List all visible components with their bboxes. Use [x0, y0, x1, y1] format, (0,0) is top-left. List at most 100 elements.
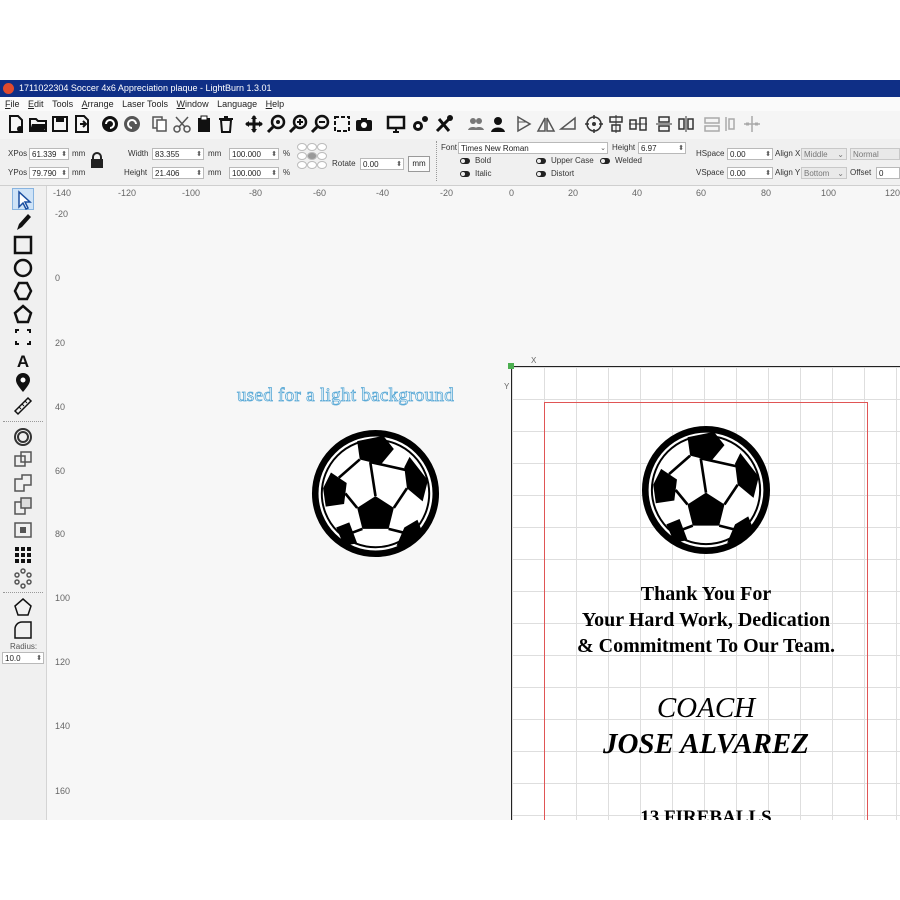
align-y-select[interactable]: Bottom ⌄: [801, 167, 847, 179]
rectangle-tool-icon[interactable]: [12, 234, 34, 256]
circular-array-icon[interactable]: [12, 567, 34, 589]
measure-tool-icon[interactable]: [12, 372, 34, 394]
zoom-in-icon[interactable]: [288, 114, 308, 134]
menu-language[interactable]: Language: [217, 97, 257, 111]
soccer-ball-graphic[interactable]: [310, 428, 441, 559]
frame-icon[interactable]: [332, 114, 352, 134]
settings-icon[interactable]: [410, 114, 430, 134]
rotate-icon[interactable]: [558, 114, 578, 134]
font-family-select[interactable]: Times New Roman ⌄: [458, 142, 608, 154]
redo-icon[interactable]: [122, 114, 142, 134]
polygon-tool-icon[interactable]: [12, 280, 34, 302]
plaque-line-1[interactable]: Thank You For: [513, 583, 899, 606]
plaque-soccer-ball[interactable]: [640, 424, 772, 556]
new-file-icon[interactable]: [6, 114, 26, 134]
select-tool-icon[interactable]: [12, 188, 34, 211]
align-left-icon[interactable]: [722, 114, 742, 134]
text-tool-icon[interactable]: A: [12, 349, 34, 371]
align-centers-icon[interactable]: [606, 114, 626, 134]
edit-nodes-tool-icon[interactable]: [12, 211, 34, 233]
scale-width-field[interactable]: 100.000 ⬍: [229, 148, 279, 160]
plaque-line-3[interactable]: & Commitment To Our Team.: [513, 635, 899, 658]
machine-settings-icon[interactable]: [434, 114, 454, 134]
ruler-tool-icon[interactable]: [12, 395, 34, 417]
radius-field[interactable]: 10.0 ⬍: [2, 652, 44, 664]
boolean-subtract-icon[interactable]: [12, 495, 34, 517]
center-icon[interactable]: [584, 114, 604, 134]
menu-file[interactable]: File: [5, 97, 20, 111]
save-icon[interactable]: [50, 114, 70, 134]
distribute-horizontal-icon[interactable]: [676, 114, 696, 134]
menu-arrange[interactable]: Arrange: [82, 97, 114, 111]
flip-horizontal-icon[interactable]: [514, 114, 534, 134]
anchor-bottom-right[interactable]: [317, 161, 327, 169]
menu-window[interactable]: Window: [177, 97, 209, 111]
group-icon[interactable]: [466, 114, 486, 134]
zoom-to-selection-icon[interactable]: [266, 114, 286, 134]
undo-icon[interactable]: [100, 114, 120, 134]
offset-shapes-icon[interactable]: [12, 426, 34, 448]
ypos-field[interactable]: 79.790 ⬍: [29, 167, 69, 179]
welded-toggle[interactable]: [600, 158, 610, 164]
position-laser-tool-icon[interactable]: [12, 326, 34, 348]
distort-toggle[interactable]: [536, 171, 546, 177]
upper-case-toggle[interactable]: [536, 158, 546, 164]
distribute-vertical-icon[interactable]: [654, 114, 674, 134]
ellipse-tool-icon[interactable]: [12, 257, 34, 279]
light-background-note[interactable]: used for a light background: [237, 385, 455, 407]
ungroup-icon[interactable]: [488, 114, 508, 134]
anchor-bottom-left[interactable]: [297, 161, 307, 169]
delete-icon[interactable]: [216, 114, 236, 134]
export-icon[interactable]: [72, 114, 92, 134]
anchor-top-right[interactable]: [317, 143, 327, 151]
zoom-out-icon[interactable]: [310, 114, 330, 134]
anchor-center[interactable]: [307, 152, 317, 160]
paste-icon[interactable]: [194, 114, 214, 134]
weld-shapes-icon[interactable]: [12, 449, 34, 471]
anchor-bottom[interactable]: [307, 161, 317, 169]
break-apart-icon[interactable]: [12, 596, 34, 618]
anchor-left[interactable]: [297, 152, 307, 160]
menu-help[interactable]: Help: [266, 97, 285, 111]
hspace-field[interactable]: 0.00 ⬍: [727, 148, 773, 160]
text-mode-select[interactable]: Normal: [850, 148, 900, 160]
anchor-top[interactable]: [307, 143, 317, 151]
menu-laser-tools[interactable]: Laser Tools: [122, 97, 168, 111]
lock-aspect-icon[interactable]: [90, 152, 104, 168]
design-canvas[interactable]: -140 -120 -100 -80 -60 -40 -20 0 20 40 6…: [47, 186, 900, 820]
anchor-right[interactable]: [317, 152, 327, 160]
align-x-select[interactable]: Middle ⌄: [801, 148, 847, 160]
scale-height-field[interactable]: 100.000 ⬍: [229, 167, 279, 179]
menu-edit[interactable]: Edit: [28, 97, 44, 111]
plaque-coach-name[interactable]: JOSE ALVAREZ: [513, 728, 899, 761]
italic-toggle[interactable]: [460, 171, 470, 177]
rotate-field[interactable]: 0.00 ⬍: [360, 158, 404, 170]
plaque-coach-title[interactable]: COACH: [513, 692, 899, 725]
text-height-field[interactable]: 6.97 ⬍: [638, 142, 686, 154]
draw-lines-tool-icon[interactable]: [12, 303, 34, 325]
boolean-union-icon[interactable]: [12, 472, 34, 494]
move-icon[interactable]: [244, 114, 264, 134]
grid-array-icon[interactable]: [12, 544, 34, 566]
cut-icon[interactable]: [172, 114, 192, 134]
width-field[interactable]: 83.355 ⬍: [152, 148, 204, 160]
align-right-icon[interactable]: [742, 114, 762, 134]
align-middles-icon[interactable]: [628, 114, 648, 134]
corner-radius-icon[interactable]: [12, 619, 34, 641]
plaque-line-2[interactable]: Your Hard Work, Dedication: [513, 609, 899, 632]
xpos-field[interactable]: 61.339 ⬍: [29, 148, 69, 160]
height-field[interactable]: 21.406 ⬍: [152, 167, 204, 179]
monitor-icon[interactable]: [386, 114, 406, 134]
boolean-intersect-icon[interactable]: [12, 518, 34, 540]
menu-tools[interactable]: Tools: [52, 97, 73, 111]
vspace-field[interactable]: 0.00 ⬍: [727, 167, 773, 179]
bold-toggle[interactable]: [460, 158, 470, 164]
plaque-team[interactable]: 13 FIREBALLS: [513, 807, 899, 820]
camera-icon[interactable]: [354, 114, 374, 134]
units-mm-button[interactable]: mm: [408, 156, 430, 172]
copy-icon[interactable]: [150, 114, 170, 134]
offset-field[interactable]: 0: [876, 167, 900, 179]
mirror-icon[interactable]: [536, 114, 556, 134]
anchor-top-left[interactable]: [297, 143, 307, 151]
align-top-icon[interactable]: [702, 114, 722, 134]
